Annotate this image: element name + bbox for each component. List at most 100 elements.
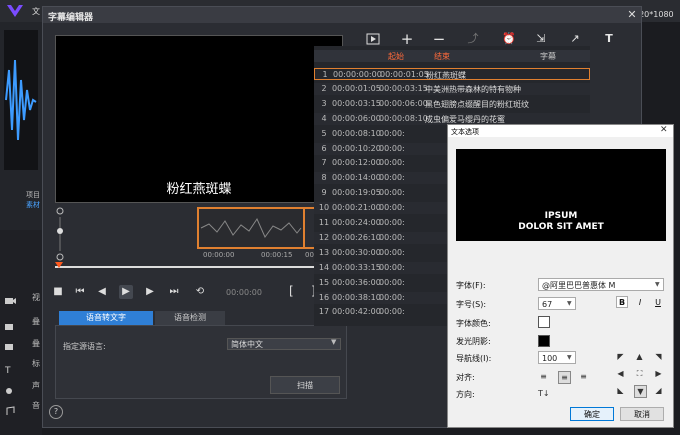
row-number: 4 <box>321 113 327 123</box>
timecode: 00:00:00 <box>226 288 262 297</box>
row-end-time: 00:00: <box>379 232 405 242</box>
row-end-time: 00:00:01:05 <box>380 70 429 79</box>
track-label-title: 标 <box>32 359 40 368</box>
text-options-dialog: 文本选项 ✕ IPSUM DOLOR SIT AMET 字体(F): @阿里巴巴… <box>447 124 674 428</box>
position-bottom-right-icon[interactable]: ◢ <box>653 385 664 396</box>
app-title: 文 <box>32 7 40 16</box>
row-number: 10 <box>318 203 330 213</box>
help-icon[interactable]: ? <box>49 405 63 419</box>
row-end-time: 00:00: <box>379 307 405 317</box>
align-right-icon[interactable]: ≡ <box>578 371 589 382</box>
row-start-time: 00:00:30:00 <box>332 247 381 257</box>
row-end-time: 00:00: <box>379 277 405 287</box>
position-center-icon[interactable]: ⛶ <box>634 368 645 379</box>
material-label[interactable]: 素材 <box>26 200 40 210</box>
track-label-music: 音 <box>32 401 40 410</box>
zoom-slider[interactable] <box>56 207 66 261</box>
row-number: 15 <box>318 277 330 287</box>
tab-speech-detection[interactable]: 语音检测 <box>155 311 225 325</box>
text-options-title-bar <box>448 125 673 137</box>
row-number: 12 <box>318 232 330 242</box>
underline-button[interactable]: U <box>652 296 664 308</box>
row-number: 13 <box>318 247 330 257</box>
row-end-time: 00:00: <box>379 158 405 168</box>
text-direction-icon[interactable]: T↓ <box>538 388 550 399</box>
merge-icon[interactable]: ⤴ <box>465 31 481 47</box>
row-end-time: 00:00:06:00 <box>379 98 428 108</box>
cancel-button[interactable]: 取消 <box>620 407 664 421</box>
table-row[interactable]: 3 00:00:03:15 00:00:06:00 黑色翅膀点缀醒目的粉红斑纹 <box>314 97 590 110</box>
direction-label: 方向: <box>456 390 475 399</box>
mark-in-icon[interactable]: [ <box>289 284 294 298</box>
step-back-icon[interactable]: ◀ <box>95 285 109 299</box>
chevron-down-icon: ▼ <box>655 281 660 288</box>
position-bottom-center-icon[interactable]: ▼ <box>634 385 647 398</box>
row-end-time: 00:00: <box>379 128 405 138</box>
table-row[interactable]: 4 00:00:06:00 00:00:08:10 成虫偏爱马缨丹的花蜜 <box>314 112 590 125</box>
text-preview: IPSUM DOLOR SIT AMET <box>456 149 666 241</box>
audio-clip[interactable] <box>197 207 305 249</box>
column-end: 结束 <box>434 52 450 61</box>
audio-waveform-thumbnail[interactable] <box>4 30 38 170</box>
font-select[interactable]: @阿里巴巴普惠体 M <box>538 278 664 291</box>
row-start-time: 00:00:14:00 <box>332 173 381 183</box>
import-icon[interactable]: ⇲ <box>533 31 549 47</box>
position-middle-right-icon[interactable]: ▶ <box>653 368 664 379</box>
row-start-time: 00:00:08:10 <box>332 128 381 138</box>
track-label-voice: 声 <box>32 381 40 390</box>
language-label: 指定源语言: <box>63 342 106 351</box>
table-row[interactable]: 1 00:00:00:00 00:00:01:05 粉红燕斑蝶 <box>314 68 590 80</box>
track-label-overlay-2: 叠 <box>32 339 40 348</box>
ok-button[interactable]: 确定 <box>570 407 614 421</box>
scan-button[interactable]: 扫描 <box>270 376 340 394</box>
skip-to-start-icon[interactable]: ⏮ <box>73 285 87 299</box>
row-number: 3 <box>321 98 327 108</box>
position-top-center-icon[interactable]: ▲ <box>634 351 645 362</box>
chevron-down-icon: ▼ <box>567 354 572 361</box>
track-label-video: 视 <box>32 293 40 302</box>
video-preview: 粉红燕斑蝶 <box>55 35 343 203</box>
row-end-time: 00:00: <box>379 143 405 153</box>
row-start-time: 00:00:38:10 <box>332 292 381 302</box>
position-top-left-icon[interactable]: ◤ <box>615 351 626 362</box>
step-forward-icon[interactable]: ▶ <box>143 285 157 299</box>
shadow-label: 发光阴影: <box>456 337 491 346</box>
row-start-time: 00:00:03:15 <box>332 98 381 108</box>
play-subtitle-icon[interactable] <box>365 31 381 47</box>
row-start-time: 00:00:01:05 <box>332 83 381 93</box>
row-start-time: 00:00:19:05 <box>332 188 381 198</box>
bold-button[interactable]: B <box>616 296 628 308</box>
clip-start-time: 00:00:00 <box>203 251 235 259</box>
text-options-title: 文本选项 <box>451 128 479 136</box>
text-options-icon[interactable]: T <box>601 31 617 47</box>
clip-end-time: 00:00:15 <box>261 251 293 259</box>
add-icon[interactable]: + <box>399 31 415 47</box>
tab-speech-to-text[interactable]: 语音转文字 <box>59 311 153 325</box>
position-bottom-left-icon[interactable]: ◣ <box>615 385 626 396</box>
timeline-scrubber[interactable] <box>55 262 343 272</box>
align-center-icon[interactable]: ≡ <box>558 371 571 384</box>
loop-icon[interactable]: ⟲ <box>193 285 207 299</box>
position-top-right-icon[interactable]: ◥ <box>653 351 664 362</box>
row-start-time: 00:00:36:00 <box>332 277 381 287</box>
preview-line-1: IPSUM <box>544 211 578 221</box>
chevron-down-icon: ▼ <box>567 300 572 307</box>
align-label: 对齐: <box>456 373 475 382</box>
export-icon[interactable]: ↗ <box>567 31 583 47</box>
table-row[interactable]: 2 00:00:01:05 00:00:03:15 中美洲热带森林的特有物种 <box>314 82 590 95</box>
stop-icon[interactable]: ■ <box>51 285 65 299</box>
timing-icon[interactable]: ⏰ <box>501 31 517 47</box>
skip-to-end-icon[interactable]: ⏭ <box>167 285 181 299</box>
close-icon[interactable]: ✕ <box>660 125 668 135</box>
row-number: 2 <box>321 83 327 93</box>
shadow-color-swatch[interactable] <box>538 335 550 347</box>
play-icon[interactable]: ▶ <box>119 285 133 299</box>
font-color-swatch[interactable] <box>538 316 550 328</box>
remove-icon[interactable]: − <box>431 31 447 47</box>
row-start-time: 00:00:33:15 <box>332 262 381 272</box>
align-left-icon[interactable]: ≡ <box>538 371 549 382</box>
close-icon[interactable]: ✕ <box>625 8 639 22</box>
italic-button[interactable]: I <box>634 296 646 308</box>
language-select[interactable]: 简体中文 <box>227 338 341 350</box>
position-middle-left-icon[interactable]: ◀ <box>615 368 626 379</box>
